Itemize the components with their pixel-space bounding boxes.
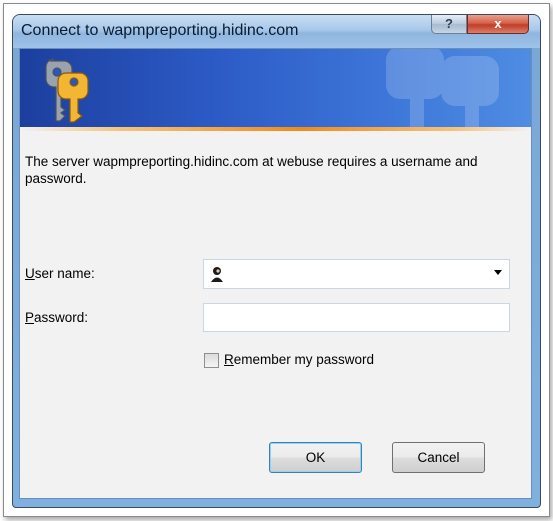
close-icon: x [494, 16, 502, 31]
password-label-accesskey: P [25, 310, 35, 325]
remember-password-checkbox[interactable] [204, 353, 219, 368]
title-bar[interactable]: Connect to wapmpreporting.hidinc.com ? x [13, 15, 540, 48]
password-label: Password: [25, 310, 88, 325]
username-label: User name: [25, 266, 95, 281]
auth-message: The server wapmpreporting.hidinc.com at … [25, 154, 478, 186]
keys-icon [45, 58, 89, 123]
banner [20, 49, 531, 127]
banner-accent-line [20, 127, 531, 131]
password-label-text: assword: [34, 310, 89, 325]
window-title: Connect to wapmpreporting.hidinc.com [21, 22, 299, 39]
remember-label-text: emember my password [233, 352, 375, 367]
help-icon: ? [445, 16, 453, 31]
password-field[interactable] [203, 303, 510, 332]
close-button[interactable]: x [467, 15, 529, 34]
help-button[interactable]: ? [431, 15, 467, 34]
keys-watermark-icon [386, 49, 499, 127]
username-label-text: ser name: [34, 266, 95, 281]
ok-button[interactable]: OK [269, 442, 362, 473]
username-label-accesskey: U [25, 266, 35, 281]
remember-password-label[interactable]: Remember my password [224, 352, 374, 367]
user-icon [209, 266, 225, 282]
remember-label-accesskey: R [224, 352, 234, 367]
username-combobox[interactable] [203, 259, 510, 289]
chevron-down-icon[interactable] [494, 270, 502, 275]
cancel-button[interactable]: Cancel [392, 442, 485, 473]
